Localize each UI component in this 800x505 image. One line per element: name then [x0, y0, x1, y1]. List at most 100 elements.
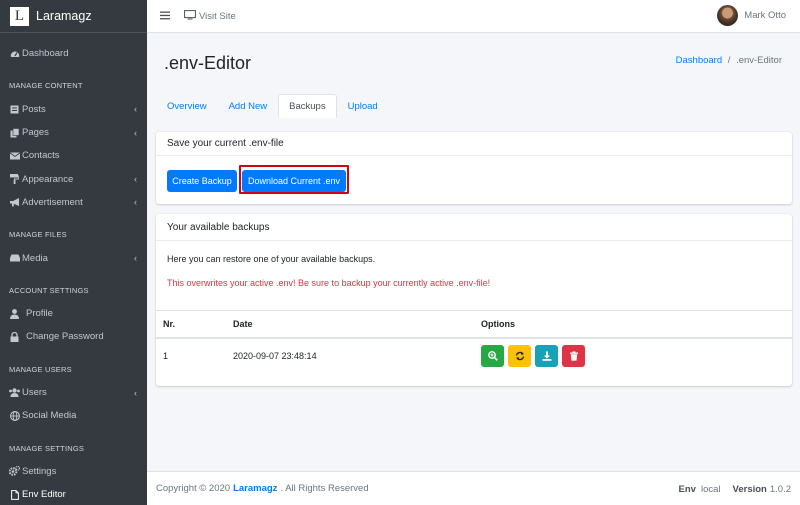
version-label: Version	[732, 483, 767, 495]
sync-icon	[515, 351, 524, 361]
download-backup-button[interactable]	[535, 345, 558, 367]
page-title: .env-Editor	[164, 53, 252, 73]
tab-add-new[interactable]: Add New	[218, 94, 279, 118]
sidebar-item-label: Advertisement	[22, 196, 83, 208]
env-label: Env	[678, 483, 696, 495]
sidebar-item-label: Profile	[26, 308, 53, 320]
footer-meta: Env local Version 1.0.2	[679, 472, 791, 505]
breadcrumb-current: .env-Editor	[736, 55, 782, 66]
footer-rights: . All Rights Reserved	[280, 483, 369, 494]
envelope-icon	[9, 152, 20, 160]
sidebar-item-users[interactable]: Users ‹	[0, 381, 147, 404]
backup-date: 2020-09-07 23:48:14	[233, 351, 317, 361]
delete-backup-button[interactable]	[562, 345, 585, 367]
cogs-icon	[9, 466, 20, 477]
footer: Copyright © 2020 Laramagz . All Rights R…	[147, 471, 800, 505]
card-title: Your available backups	[156, 214, 792, 241]
brand-name: Laramagz	[36, 9, 92, 23]
visit-site-label: Visit Site	[199, 10, 236, 22]
sidebar-item-label: Contacts	[22, 150, 60, 162]
search-plus-icon	[487, 351, 498, 361]
sidebar-item-pages[interactable]: Pages ‹	[0, 121, 147, 144]
tab-backups[interactable]: Backups	[278, 94, 337, 118]
column-header-nr: Nr.	[163, 319, 176, 329]
backup-nr: 1	[163, 351, 169, 361]
save-env-card: Save your current .env-file Create Backu…	[156, 132, 792, 204]
sidebar-item-dashboard[interactable]: Dashboard	[0, 42, 147, 65]
tab-bar: Overview Add New Backups Upload	[156, 94, 389, 118]
sidebar-item-posts[interactable]: Posts ‹	[0, 98, 147, 121]
backups-card: Your available backups Here you can rest…	[156, 214, 792, 386]
chevron-left-icon: ‹	[134, 174, 137, 185]
globe-icon	[9, 410, 20, 421]
user-icon	[9, 308, 20, 319]
newspaper-icon	[9, 105, 20, 114]
sidebar-item-label: Users	[22, 387, 47, 398]
sidebar-item-media[interactable]: Media ‹	[0, 246, 147, 269]
nav-header-files: MANAGE FILES	[9, 230, 67, 240]
tab-overview[interactable]: Overview	[156, 94, 218, 118]
breadcrumb-dashboard[interactable]: Dashboard	[676, 55, 722, 66]
table-row: 1 2020-09-07 23:48:14	[156, 339, 792, 373]
backup-options	[481, 339, 589, 373]
column-header-date: Date	[233, 319, 253, 329]
chevron-left-icon: ‹	[134, 197, 137, 208]
top-navbar: Visit Site Mark Otto	[147, 0, 800, 33]
version-value: 1.0.2	[769, 483, 791, 495]
visit-site-link[interactable]: Visit Site	[184, 9, 236, 23]
tachometer-icon	[9, 49, 20, 59]
copyright-text: Copyright © 2020	[156, 483, 231, 494]
sidebar-item-profile[interactable]: Profile	[0, 302, 147, 325]
users-icon	[9, 388, 20, 397]
create-backup-button[interactable]: Create Backup	[167, 170, 237, 192]
sidebar-item-advertisement[interactable]: Advertisement ‹	[0, 191, 147, 214]
sidebar-item-label: Dashboard	[22, 48, 69, 60]
sidebar-item-label: Media	[22, 252, 48, 264]
highlight-box	[239, 165, 349, 194]
sidebar-item-label: Settings	[22, 465, 57, 477]
sidebar-item-label: Social Media	[22, 410, 77, 422]
brand-logo: L	[10, 6, 29, 26]
sidebar-item-label: Env Editor	[22, 489, 66, 501]
paint-roller-icon	[9, 174, 20, 185]
nav-header-users: MANAGE USERS	[9, 364, 72, 374]
download-icon	[542, 351, 551, 361]
main-content: .env-Editor Dashboard / .env-Editor Over…	[147, 33, 800, 471]
hdd-icon	[9, 254, 20, 262]
chevron-left-icon: ‹	[134, 387, 137, 398]
chevron-left-icon: ‹	[134, 253, 137, 264]
sidebar-item-label: Posts	[22, 103, 46, 115]
user-menu[interactable]: Mark Otto	[717, 5, 786, 26]
nav-header-account: ACCOUNT SETTINGS	[9, 285, 89, 295]
sidebar-item-change-password[interactable]: Change Password	[0, 325, 147, 348]
lock-icon	[9, 331, 20, 342]
breadcrumb: Dashboard / .env-Editor	[676, 55, 782, 66]
footer-brand-link[interactable]: Laramagz	[233, 483, 277, 494]
column-header-options: Options	[481, 319, 515, 329]
copy-icon	[9, 127, 20, 138]
file-icon	[9, 489, 20, 500]
nav-header-content: MANAGE CONTENT	[9, 81, 83, 91]
chevron-left-icon: ‹	[134, 104, 137, 115]
restore-backup-button[interactable]	[508, 345, 531, 367]
sidebar-item-label: Change Password	[26, 331, 104, 343]
sidebar-item-settings[interactable]: Settings	[0, 460, 147, 483]
table-header: Nr. Date Options	[156, 310, 792, 339]
view-backup-button[interactable]	[481, 345, 504, 367]
tab-upload[interactable]: Upload	[337, 94, 389, 118]
card-title: Save your current .env-file	[156, 132, 792, 156]
sidebar-item-env-editor[interactable]: Env Editor	[0, 483, 147, 505]
backup-info-text: Here you can restore one of your availab…	[167, 254, 376, 264]
sidebar-item-label: Pages	[22, 127, 49, 139]
sidebar-item-contacts[interactable]: Contacts	[0, 144, 147, 167]
sidebar-item-appearance[interactable]: Appearance ‹	[0, 167, 147, 190]
sidebar-item-social-media[interactable]: Social Media	[0, 404, 147, 427]
env-value: local	[700, 483, 721, 495]
nav-header-settings: MANAGE SETTINGS	[9, 443, 85, 453]
hamburger-menu-icon[interactable]	[160, 9, 170, 23]
backup-warning-text: This overwrites your active .env! Be sur…	[167, 278, 491, 288]
avatar	[717, 5, 739, 26]
brand-link[interactable]: L Laramagz	[0, 0, 147, 33]
sidebar-item-label: Appearance	[22, 173, 74, 185]
bullhorn-icon	[9, 197, 20, 207]
